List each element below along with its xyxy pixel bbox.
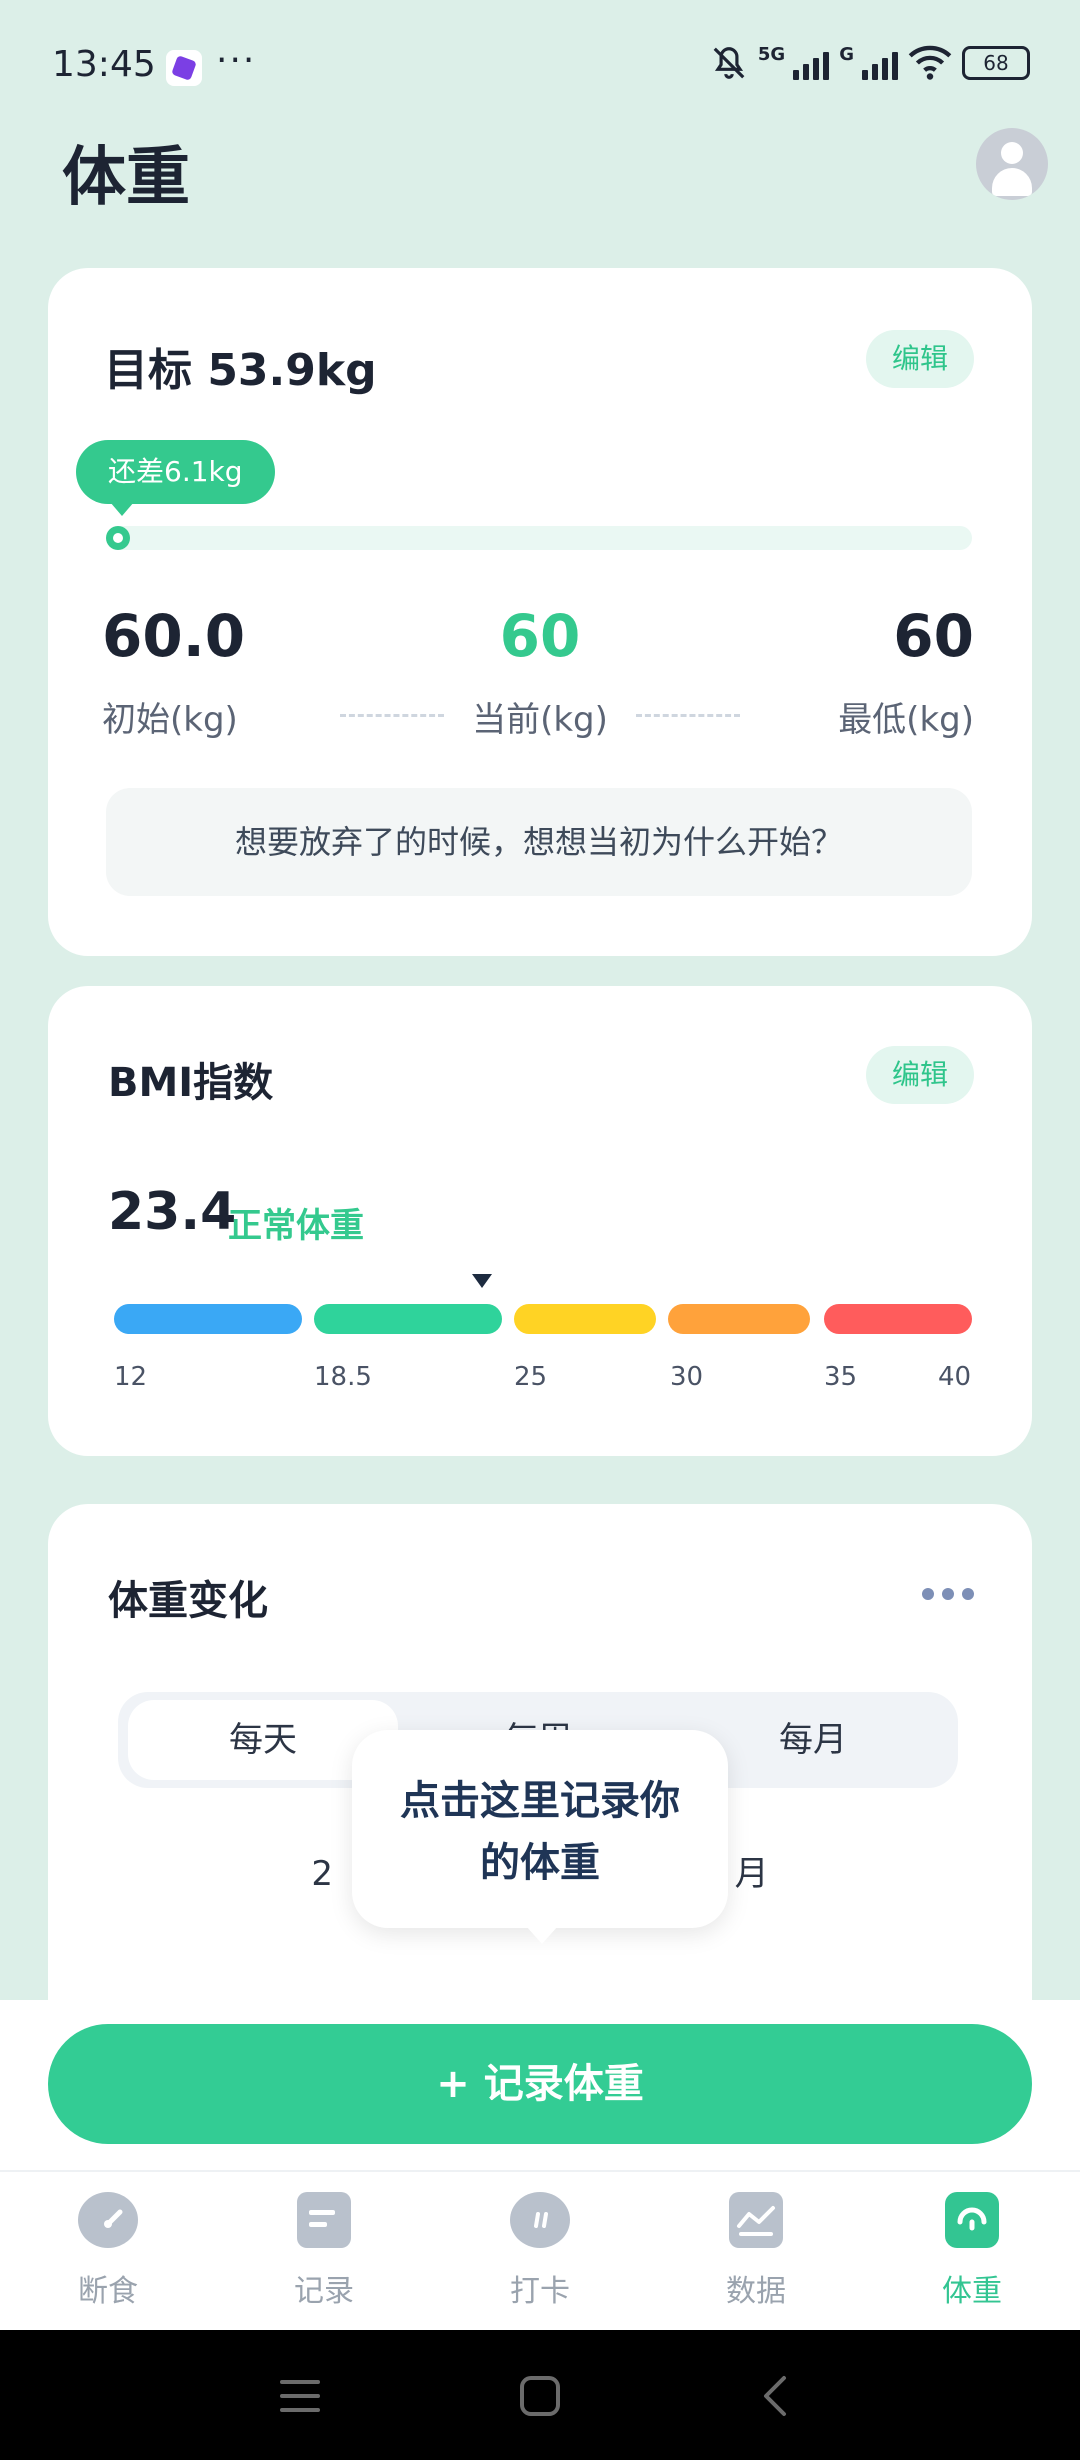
motivation-quote: 想要放弃了的时候，想想当初为什么开始？ bbox=[106, 788, 972, 896]
tab-label: 打卡 bbox=[510, 2274, 570, 2309]
back-icon[interactable] bbox=[760, 2374, 790, 2418]
note-icon bbox=[297, 2192, 351, 2248]
date-range-start: 2 bbox=[311, 1854, 333, 1894]
app-notification-icon bbox=[166, 50, 202, 86]
bmi-card: BMI指数 编辑 23.4 正常体重 12 18.5 25 30 35 40 bbox=[48, 986, 1032, 1456]
chat-icon bbox=[510, 2192, 570, 2248]
bmi-tick: 30 bbox=[670, 1362, 704, 1392]
signal-icon-2 bbox=[862, 46, 898, 80]
network-label-1: 5G bbox=[757, 44, 786, 65]
status-icons: 5G G 68 bbox=[710, 44, 1030, 82]
tab-label: 数据 bbox=[726, 2274, 786, 2309]
scale-icon bbox=[945, 2192, 999, 2248]
date-range-end: 月 bbox=[734, 1854, 769, 1894]
avatar-head-icon bbox=[1001, 142, 1023, 164]
tab-weight[interactable]: 体重 bbox=[864, 2192, 1080, 2310]
record-hint-tooltip: 点击这里记录你 的体重 bbox=[352, 1730, 728, 1944]
goal-progress-bar bbox=[108, 526, 972, 550]
goal-progress-marker bbox=[106, 526, 130, 550]
lowest-weight-label: 最低(kg) bbox=[838, 700, 974, 740]
bmi-segment-obese bbox=[668, 1304, 810, 1334]
bmi-tick: 12 bbox=[114, 1362, 148, 1392]
avatar[interactable] bbox=[976, 128, 1048, 200]
tab-label: 记录 bbox=[294, 2274, 354, 2309]
weight-trend-title: 体重变化 bbox=[108, 1578, 268, 1624]
bmi-tick: 25 bbox=[514, 1362, 548, 1392]
bottom-tab-bar: 断食 记录 打卡 数据 体重 bbox=[0, 2170, 1080, 2332]
avatar-body-icon bbox=[992, 168, 1032, 196]
signal-icon-1 bbox=[793, 46, 830, 80]
more-options-icon[interactable] bbox=[922, 1588, 974, 1600]
tooltip-line-2: 的体重 bbox=[480, 1840, 600, 1886]
gauge-icon bbox=[78, 2192, 138, 2248]
tab-record[interactable]: 记录 bbox=[216, 2192, 432, 2310]
chart-icon bbox=[729, 2192, 783, 2248]
record-weight-button[interactable]: + 记录体重 bbox=[48, 2024, 1032, 2144]
bmi-segment-underweight bbox=[114, 1304, 302, 1334]
home-icon[interactable] bbox=[518, 2374, 562, 2418]
bmi-value: 23.4 bbox=[108, 1182, 237, 1242]
status-time: 13:45 bbox=[52, 44, 156, 85]
tab-label: 体重 bbox=[942, 2274, 1002, 2309]
tab-checkin[interactable]: 打卡 bbox=[432, 2192, 648, 2310]
bmi-segment-severe bbox=[824, 1304, 972, 1334]
bmi-title: BMI指数 bbox=[108, 1060, 274, 1106]
more-notifications-icon: ··· bbox=[216, 40, 257, 81]
page-title: 体重 bbox=[62, 141, 190, 215]
bmi-segment-normal bbox=[314, 1304, 502, 1334]
goal-title: 目标 53.9kg bbox=[104, 345, 377, 396]
bmi-tick: 40 bbox=[938, 1362, 972, 1392]
bmi-segment-overweight bbox=[514, 1304, 656, 1334]
bmi-tick: 18.5 bbox=[314, 1362, 372, 1392]
lowest-weight-value: 60 bbox=[893, 602, 974, 670]
menu-icon[interactable] bbox=[278, 2376, 322, 2416]
current-weight-value: 60 bbox=[499, 602, 581, 670]
bmi-tick: 35 bbox=[824, 1362, 858, 1392]
divider-dash-2 bbox=[636, 714, 740, 717]
bmi-edit-button[interactable]: 编辑 bbox=[866, 1046, 974, 1104]
goal-edit-button[interactable]: 编辑 bbox=[866, 330, 974, 388]
tab-data[interactable]: 数据 bbox=[648, 2192, 864, 2310]
system-navigation-bar bbox=[0, 2330, 1080, 2460]
remaining-weight-badge: 还差6.1kg bbox=[76, 440, 275, 516]
wifi-icon bbox=[908, 45, 952, 80]
bmi-marker-icon bbox=[472, 1274, 492, 1288]
tooltip-line-1: 点击这里记录你 bbox=[400, 1778, 680, 1824]
tab-label: 断食 bbox=[78, 2274, 138, 2309]
mute-bell-icon bbox=[713, 47, 745, 79]
network-label-2: G bbox=[839, 44, 854, 65]
battery-icon: 68 bbox=[962, 46, 1030, 80]
goal-card: 目标 53.9kg 编辑 还差6.1kg 60.0 初始(kg) 60 当前(k… bbox=[48, 268, 1032, 956]
tab-fasting[interactable]: 断食 bbox=[0, 2192, 216, 2310]
bmi-status: 正常体重 bbox=[228, 1206, 364, 1246]
